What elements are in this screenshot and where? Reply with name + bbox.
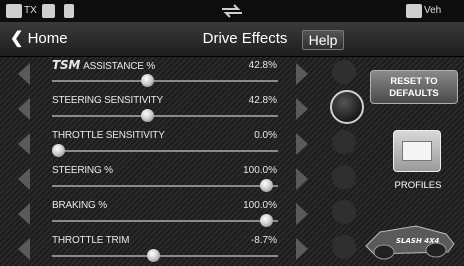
row-indicator-icon xyxy=(332,200,356,224)
veh-label: Veh xyxy=(424,5,442,16)
decrease-arrow-icon[interactable] xyxy=(18,63,30,85)
decrease-arrow-icon[interactable] xyxy=(18,203,30,225)
setting-row: TSM ASSISTANCE % 42.8% xyxy=(0,56,370,91)
setting-row: STEERING % 100.0% xyxy=(0,161,370,196)
bluetooth-icon xyxy=(64,4,74,18)
slider-knob[interactable] xyxy=(52,144,65,157)
slider-track[interactable] xyxy=(52,185,278,187)
setting-label: TSM ASSISTANCE % xyxy=(52,59,155,73)
slider-track[interactable] xyxy=(52,255,278,257)
home-label: Home xyxy=(27,30,68,47)
decrease-arrow-icon[interactable] xyxy=(18,98,30,120)
row-indicator-icon xyxy=(332,60,356,84)
vehicle-image: SLASH 4X4 xyxy=(365,225,455,260)
setting-row: THROTTLE TRIM -8.7% xyxy=(0,231,370,266)
home-back-button[interactable]: ❮ Home xyxy=(10,28,68,50)
slider-knob[interactable] xyxy=(260,179,273,192)
setting-label-text: BRAKING % xyxy=(52,200,107,211)
increase-arrow-icon[interactable] xyxy=(296,133,308,155)
nav-bar: ❮ Home Drive Effects Help xyxy=(0,22,464,57)
vehicle-icon xyxy=(406,4,422,18)
slider-track[interactable] xyxy=(52,220,278,222)
setting-label: THROTTLE SENSITIVITY xyxy=(52,129,165,142)
setting-label-text: STEERING SENSITIVITY xyxy=(52,95,164,106)
battery-icon xyxy=(6,4,22,18)
profiles-button[interactable]: PROFILES xyxy=(383,130,453,198)
setting-label-text: ASSISTANCE % xyxy=(83,61,156,72)
setting-label: STEERING SENSITIVITY xyxy=(52,94,163,107)
decrease-arrow-icon[interactable] xyxy=(18,133,30,155)
setting-value: 100.0% xyxy=(243,200,277,211)
tx-label: TX xyxy=(24,5,37,16)
row-indicator-icon xyxy=(330,90,364,124)
slider-track[interactable] xyxy=(52,115,278,117)
signal-icon xyxy=(42,4,55,18)
setting-value: 42.8% xyxy=(248,60,277,71)
row-indicator-icon xyxy=(332,130,356,154)
car-logo: SLASH 4X4 xyxy=(396,237,440,245)
setting-label: BRAKING % xyxy=(52,199,107,212)
reset-defaults-button[interactable]: RESET TO DEFAULTS xyxy=(370,70,458,104)
increase-arrow-icon[interactable] xyxy=(296,203,308,225)
tsm-logo: TSM xyxy=(52,58,81,72)
setting-label-text: THROTTLE TRIM xyxy=(52,235,130,246)
setting-row: THROTTLE SENSITIVITY 0.0% xyxy=(0,126,370,161)
slider-knob[interactable] xyxy=(147,249,161,262)
increase-arrow-icon[interactable] xyxy=(296,98,308,120)
setting-value: 42.8% xyxy=(248,95,277,106)
profiles-folder-icon xyxy=(393,130,441,172)
slider-track[interactable] xyxy=(52,80,278,82)
setting-label: THROTTLE TRIM xyxy=(52,234,129,247)
setting-label-text: STEERING % xyxy=(52,165,113,176)
increase-arrow-icon[interactable] xyxy=(296,238,308,260)
slider-knob[interactable] xyxy=(260,214,273,227)
reset-line2: DEFAULTS xyxy=(389,88,439,99)
status-bar: TX Veh xyxy=(0,0,464,22)
row-indicator-icon xyxy=(332,165,356,189)
reset-line1: RESET TO xyxy=(390,76,438,87)
profiles-label: PROFILES xyxy=(394,180,442,191)
decrease-arrow-icon[interactable] xyxy=(18,238,30,260)
slider-track[interactable] xyxy=(52,150,278,152)
page-title: Drive Effects xyxy=(202,30,288,47)
decrease-arrow-icon[interactable] xyxy=(18,168,30,190)
slider-knob[interactable] xyxy=(141,109,155,122)
slider-knob[interactable] xyxy=(141,74,155,87)
drive-effects-screen: TX Veh ❮ Home Drive Effects Help TSM ASSI… xyxy=(0,0,464,266)
chevron-left-icon: ❮ xyxy=(10,30,24,47)
setting-value: -8.7% xyxy=(250,235,277,246)
setting-label: STEERING % xyxy=(52,164,113,177)
setting-row: STEERING SENSITIVITY 42.8% xyxy=(0,90,370,126)
increase-arrow-icon[interactable] xyxy=(296,168,308,190)
setting-value: 100.0% xyxy=(243,165,277,176)
swap-arrows-icon xyxy=(222,4,242,18)
setting-value: 0.0% xyxy=(254,130,277,141)
increase-arrow-icon[interactable] xyxy=(296,63,308,85)
setting-label-text: THROTTLE SENSITIVITY xyxy=(52,130,165,141)
row-indicator-icon xyxy=(332,235,356,259)
setting-row: BRAKING % 100.0% xyxy=(0,196,370,231)
help-button[interactable]: Help xyxy=(302,30,344,50)
